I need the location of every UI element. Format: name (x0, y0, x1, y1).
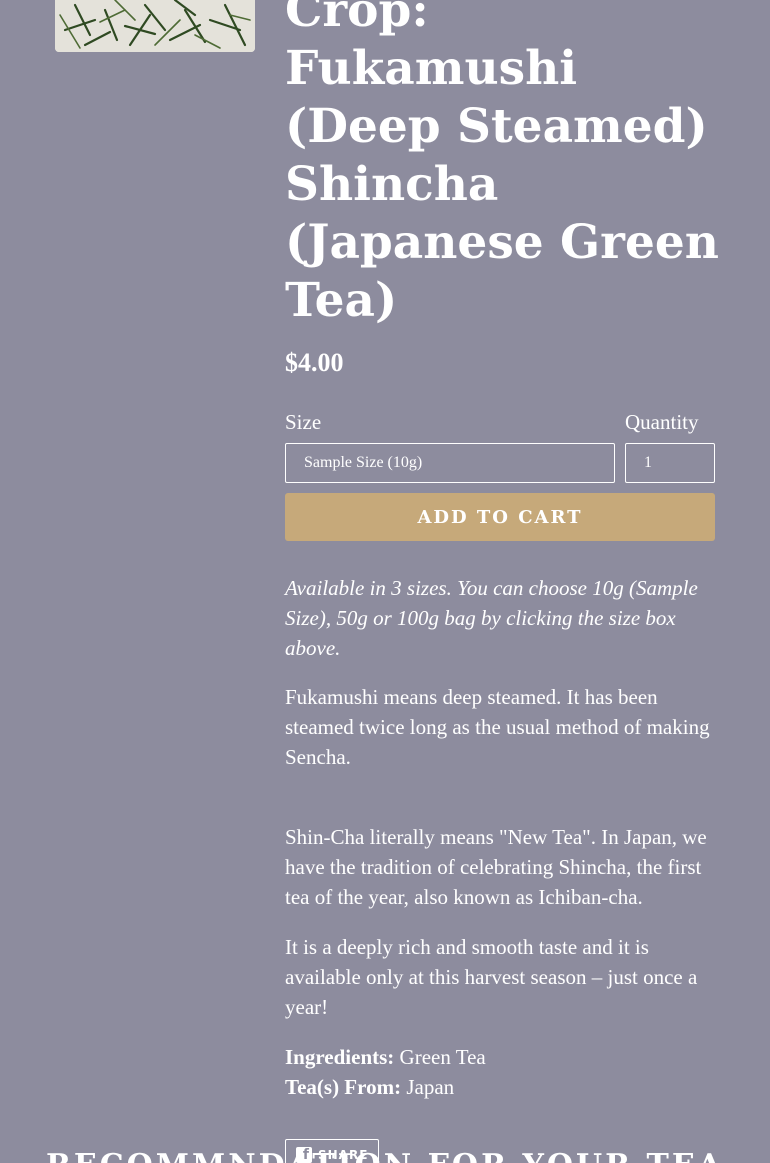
tea-leaves-image (55, 0, 255, 52)
add-to-cart-button[interactable]: ADD TO CART (285, 493, 715, 541)
product-description: Available in 3 sizes. You can choose 10g… (285, 573, 710, 1102)
option-selectors: Sample Size (10g) 1 (285, 443, 725, 483)
recommendation-heading: RECOMMNDATION FOR YOUR TEA (0, 1148, 770, 1163)
ingredients-label: Ingredients: (285, 1045, 395, 1069)
product-price: $4.00 (285, 348, 344, 377)
ingredients-line: Ingredients: Green Tea (285, 1042, 710, 1072)
quantity-label: Quantity (625, 410, 699, 434)
origin-line: Tea(s) From: Japan (285, 1072, 710, 1102)
taste-paragraph: It is a deeply rich and smooth taste and… (285, 935, 698, 1019)
product-details: Crop: Fukamushi (Deep Steamed) Shincha (… (285, 0, 725, 1163)
availability-note: Available in 3 sizes. You can choose 10g… (285, 576, 698, 660)
origin-label: Tea(s) From: (285, 1075, 402, 1099)
shincha-paragraph: Shin-Cha literally means "New Tea". In J… (285, 825, 707, 909)
size-select[interactable]: Sample Size (10g) (285, 443, 615, 483)
size-label: Size (285, 410, 322, 434)
option-labels: Size Quantity (285, 410, 725, 438)
product-thumbnail[interactable] (55, 0, 255, 52)
ingredients-value: Green Tea (394, 1045, 486, 1069)
product-title: Crop: Fukamushi (Deep Steamed) Shincha (… (285, 0, 719, 328)
origin-value: Japan (401, 1075, 455, 1099)
fukamushi-paragraph: Fukamushi means deep steamed. It has bee… (285, 685, 710, 769)
quantity-input[interactable]: 1 (625, 443, 715, 483)
